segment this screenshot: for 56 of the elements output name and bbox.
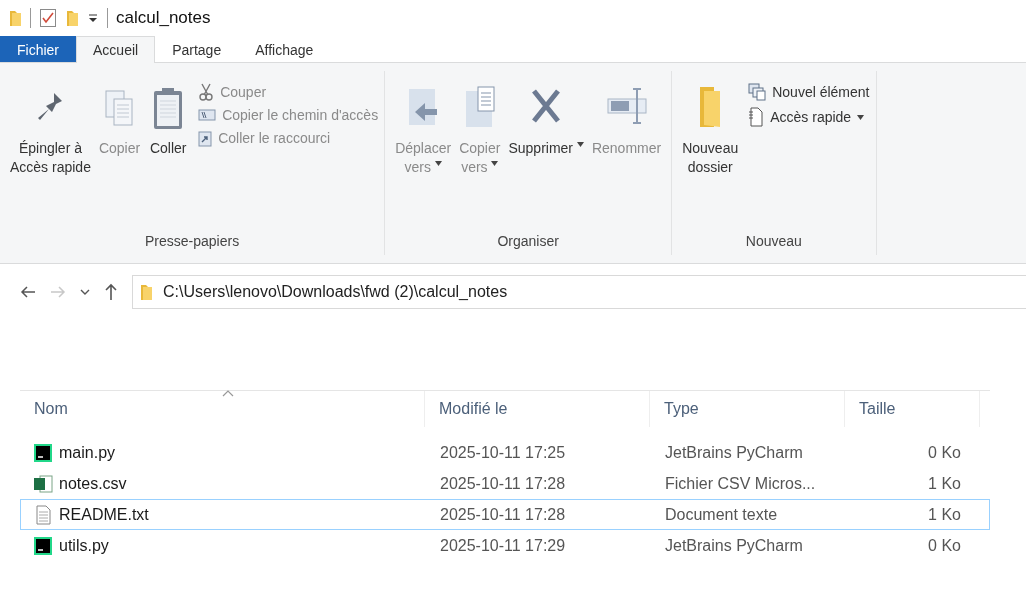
caret-icon xyxy=(576,142,584,147)
table-cell-text: Fichier CSV Micros... xyxy=(664,474,817,493)
ribbon-button[interactable]: Nouvel élément xyxy=(748,83,870,101)
file-name: utils.py xyxy=(59,536,109,555)
pycharm-file-icon xyxy=(33,442,53,463)
text-file-icon xyxy=(33,504,53,525)
file-menu-tab[interactable]: Fichier xyxy=(0,36,76,62)
file-row[interactable]: utils.py 2025-10-11 17:29 JetBrains PyCharm 0 Ko xyxy=(20,530,990,561)
table-cell-text: 2025-10-11 17:29 xyxy=(439,536,567,555)
ribbon-button[interactable]: Coller xyxy=(144,83,193,158)
caret-icon xyxy=(857,114,865,120)
ribbon-button[interactable]: Supprimer xyxy=(504,83,588,158)
table-cell-text: 1 Ko xyxy=(927,474,962,493)
file-name: main.py xyxy=(59,443,116,462)
caret-icon xyxy=(491,160,499,166)
ribbon-button[interactable]: Nouveau dossier xyxy=(678,83,743,177)
address-path: C:\Users\lenovo\Downloads\fwd (2)\calcul_notes xyxy=(163,283,508,301)
scissors-icon xyxy=(198,83,215,101)
table-cell-text: 1 Ko xyxy=(927,505,962,524)
table-cell-text: 2025-10-11 17:28 xyxy=(439,474,567,493)
pycharm-file-icon xyxy=(33,535,53,556)
table-cell-text: 0 Ko xyxy=(927,443,962,462)
new-item-icon xyxy=(748,83,767,101)
file-row[interactable]: notes.csv 2025-10-11 17:28 Fichier CSV Micros... 1 Ko xyxy=(20,468,990,499)
table-cell-text: 2025-10-11 17:28 xyxy=(439,505,567,524)
address-bar[interactable]: C:\Users\lenovo\Downloads\fwd (2)\calcul_notes xyxy=(132,275,1026,309)
ribbon-tab[interactable]: Accueil xyxy=(76,36,156,63)
table-cell-text: Document texte xyxy=(664,505,779,524)
column-header[interactable]: Type xyxy=(650,391,845,427)
chevron-down-icon[interactable] xyxy=(80,288,90,296)
spreadsheet-file-icon xyxy=(33,473,53,494)
group-label: Organiser xyxy=(496,233,560,251)
up-arrow-icon[interactable] xyxy=(104,283,118,301)
shortcut-icon xyxy=(198,129,213,147)
table-cell-text: JetBrains PyCharm xyxy=(664,443,804,462)
ribbon-button[interactable]: Épingler à Accès rapide xyxy=(6,83,95,177)
ribbon-button[interactable]: Accès rapide xyxy=(748,107,870,127)
file-name: notes.csv xyxy=(59,474,127,493)
window-title: calcul_notes xyxy=(116,8,211,28)
file-row[interactable]: main.py 2025-10-11 17:25 JetBrains PyCharm 0 Ko xyxy=(20,437,990,468)
checklist-icon[interactable] xyxy=(39,8,57,28)
file-row[interactable]: README.txt 2025-10-11 17:28 Document texte 1 Ko xyxy=(20,499,990,530)
column-header[interactable]: Taille xyxy=(845,391,980,427)
folder-icon xyxy=(139,282,153,302)
column-header[interactable]: Nom xyxy=(20,391,425,427)
group-label: Presse-papiers xyxy=(144,233,241,251)
copy-path-icon xyxy=(198,108,217,122)
caret-icon xyxy=(434,160,442,166)
table-cell-text: 0 Ko xyxy=(927,536,962,555)
group-label: Nouveau xyxy=(744,233,803,251)
file-name: README.txt xyxy=(59,505,149,524)
document-icon xyxy=(748,107,765,127)
back-arrow-icon[interactable] xyxy=(20,284,36,300)
column-header[interactable]: Modifié le xyxy=(425,391,650,427)
table-cell-text: 2025-10-11 17:25 xyxy=(439,443,567,462)
table-cell-text: JetBrains PyCharm xyxy=(664,536,804,555)
